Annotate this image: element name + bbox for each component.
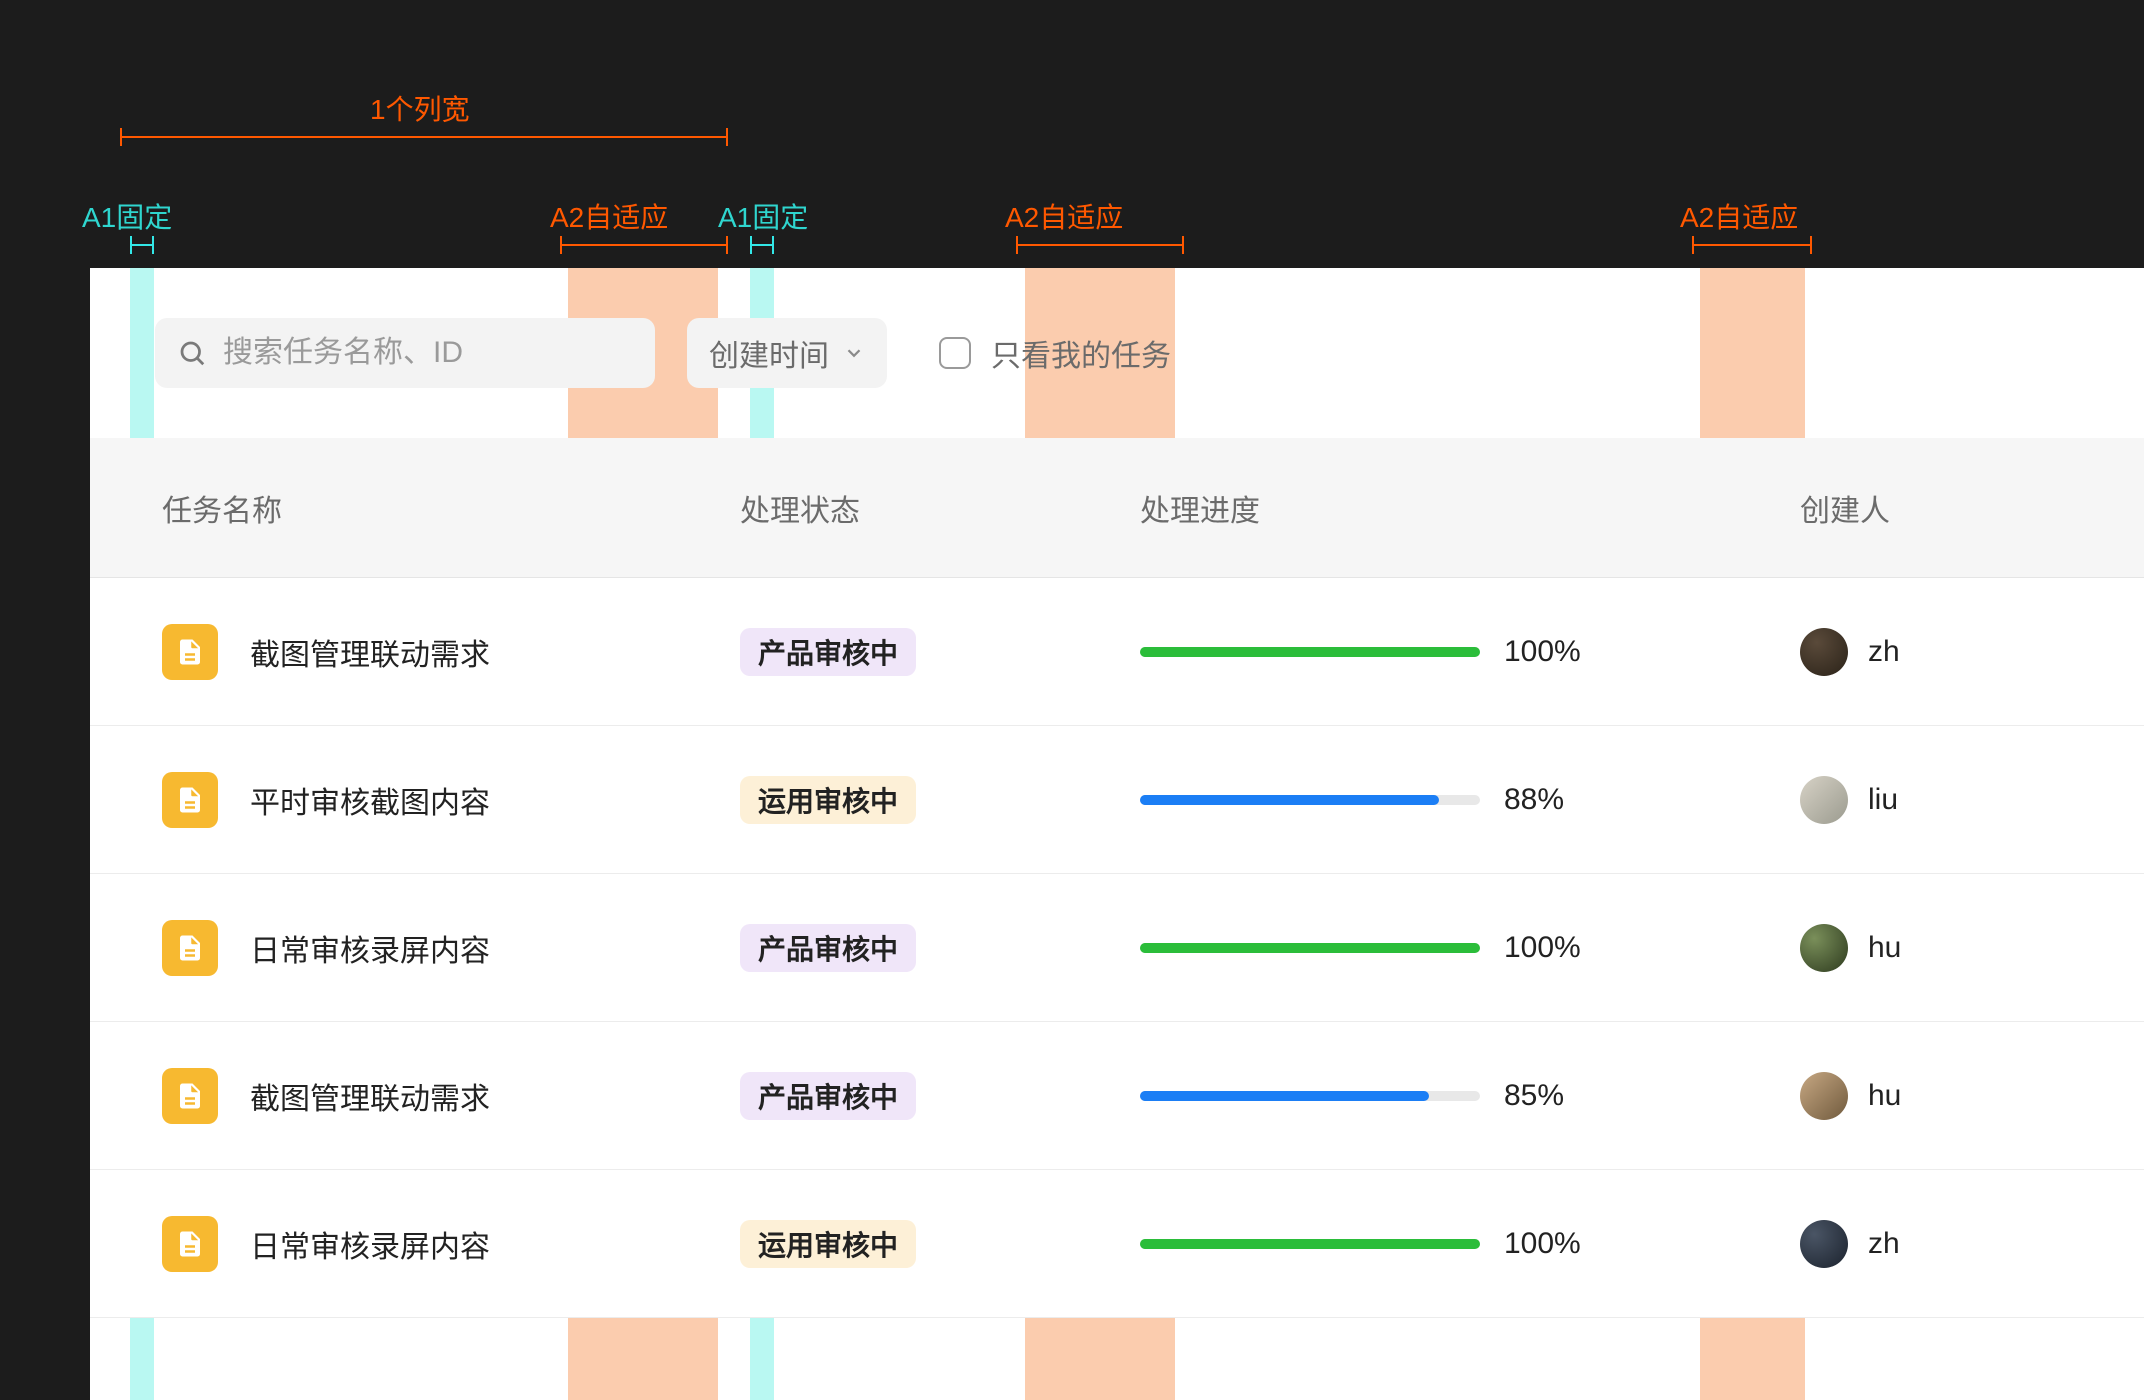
sort-dropdown[interactable]: 创建时间 [687,318,887,388]
table-header-row: 任务名称 处理状态 处理进度 创建人 [90,438,2144,578]
annotation-a2-adaptive-2-bracket [1016,236,1184,254]
cell-creator: liu [1780,776,2144,824]
cell-status: 运用审核中 [720,776,1120,824]
table-row[interactable]: 截图管理联动需求 产品审核中 85% hu [90,1022,2144,1170]
progress-bar [1140,1091,1480,1101]
avatar [1800,924,1848,972]
table-row[interactable]: 日常审核录屏内容 运用审核中 100% zh [90,1170,2144,1318]
cell-task-name: 日常审核录屏内容 [90,920,720,976]
cell-task-name: 平时审核截图内容 [90,772,720,828]
document-icon [162,1068,218,1124]
annotation-a1-fixed-2-bracket [750,236,774,254]
creator-name: hu [1868,1079,1901,1113]
search-input-wrapper[interactable] [155,318,655,388]
avatar [1800,1072,1848,1120]
creator-name: hu [1868,931,1901,965]
progress-percent: 100% [1504,931,1594,965]
progress-bar [1140,795,1480,805]
annotation-a2-adaptive-3-bracket [1692,236,1812,254]
filter-mine-toggle[interactable]: 只看我的任务 [919,318,1191,388]
toolbar: 创建时间 只看我的任务 [155,318,2104,388]
table-row[interactable]: 截图管理联动需求 产品审核中 100% zh [90,578,2144,726]
status-badge: 产品审核中 [740,628,916,676]
cell-status: 产品审核中 [720,628,1120,676]
annotation-col-width-bracket [120,128,728,146]
col-header-name: 任务名称 [90,486,720,530]
progress-bar [1140,647,1480,657]
chevron-down-icon [843,342,865,364]
task-title: 截图管理联动需求 [250,1074,490,1118]
cell-creator: zh [1780,628,2144,676]
document-icon [162,624,218,680]
search-input[interactable] [223,336,633,370]
document-icon [162,772,218,828]
task-title: 截图管理联动需求 [250,630,490,674]
annotation-a2-adaptive-1: A2自适应 [550,196,668,236]
col-header-status: 处理状态 [720,486,1120,530]
status-badge: 产品审核中 [740,1072,916,1120]
task-title: 日常审核录屏内容 [250,926,490,970]
cell-progress: 100% [1120,1227,1780,1261]
cell-creator: hu [1780,924,2144,972]
progress-percent: 100% [1504,1227,1594,1261]
annotation-a1-fixed-1-bracket [130,236,154,254]
progress-percent: 85% [1504,1079,1594,1113]
col-header-progress: 处理进度 [1120,486,1780,530]
col-header-creator: 创建人 [1780,486,2144,530]
annotation-a2-adaptive-3: A2自适应 [1680,196,1798,236]
task-title: 平时审核截图内容 [250,778,490,822]
cell-progress: 100% [1120,635,1780,669]
cell-creator: zh [1780,1220,2144,1268]
cell-task-name: 截图管理联动需求 [90,1068,720,1124]
annotation-col-width-label: 1个列宽 [370,88,470,128]
cell-creator: hu [1780,1072,2144,1120]
sort-dropdown-label: 创建时间 [709,331,829,375]
cell-task-name: 截图管理联动需求 [90,624,720,680]
avatar [1800,776,1848,824]
document-icon [162,1216,218,1272]
checkbox-icon [939,337,971,369]
creator-name: zh [1868,635,1900,669]
progress-bar [1140,943,1480,953]
filter-mine-label: 只看我的任务 [991,331,1171,375]
task-table: 任务名称 处理状态 处理进度 创建人 截图管理联动需求 产品审核中 100% z… [90,438,2144,1318]
annotation-a2-adaptive-2: A2自适应 [1005,196,1123,236]
document-icon [162,920,218,976]
avatar [1800,628,1848,676]
cell-progress: 88% [1120,783,1780,817]
status-badge: 运用审核中 [740,1220,916,1268]
table-row[interactable]: 平时审核截图内容 运用审核中 88% liu [90,726,2144,874]
cell-progress: 85% [1120,1079,1780,1113]
status-badge: 产品审核中 [740,924,916,972]
progress-percent: 100% [1504,635,1594,669]
annotation-a1-fixed-2: A1固定 [718,196,808,236]
main-panel: 创建时间 只看我的任务 任务名称 处理状态 处理进度 创建人 [90,268,2144,1400]
task-title: 日常审核录屏内容 [250,1222,490,1266]
cell-progress: 100% [1120,931,1780,965]
avatar [1800,1220,1848,1268]
progress-percent: 88% [1504,783,1594,817]
cell-status: 运用审核中 [720,1220,1120,1268]
creator-name: liu [1868,783,1898,817]
progress-bar [1140,1239,1480,1249]
annotation-a1-fixed-1: A1固定 [82,196,172,236]
cell-status: 产品审核中 [720,1072,1120,1120]
status-badge: 运用审核中 [740,776,916,824]
cell-task-name: 日常审核录屏内容 [90,1216,720,1272]
search-icon [177,338,207,368]
creator-name: zh [1868,1227,1900,1261]
annotation-a2-adaptive-1-bracket [560,236,728,254]
cell-status: 产品审核中 [720,924,1120,972]
table-row[interactable]: 日常审核录屏内容 产品审核中 100% hu [90,874,2144,1022]
